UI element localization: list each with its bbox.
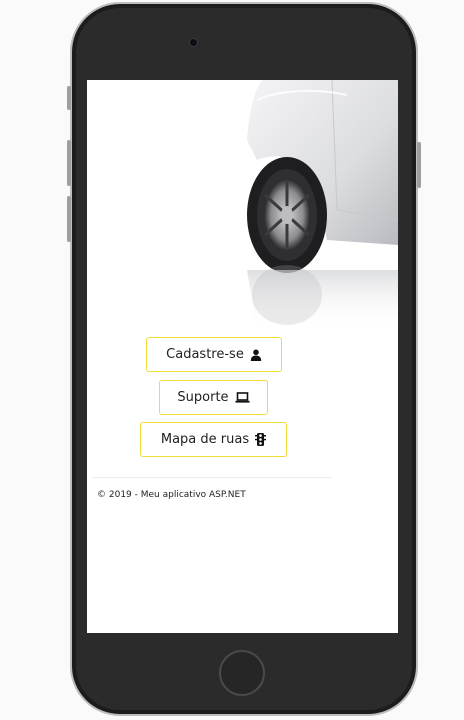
support-button-label: Suporte bbox=[177, 390, 229, 405]
street-map-button-label: Mapa de ruas bbox=[160, 432, 250, 447]
phone-volume-up-button bbox=[67, 140, 71, 186]
street-map-button[interactable]: Mapa de ruas bbox=[140, 422, 287, 457]
laptop-icon bbox=[235, 392, 250, 403]
car-hero-image bbox=[247, 80, 398, 330]
traffic-light-icon bbox=[255, 433, 267, 446]
footer-divider bbox=[92, 477, 332, 478]
phone-volume-down-button bbox=[67, 196, 71, 242]
home-button[interactable] bbox=[219, 650, 265, 696]
front-camera bbox=[189, 38, 198, 47]
register-button-label: Cadastre-se bbox=[166, 347, 244, 362]
support-button[interactable]: Suporte bbox=[159, 380, 268, 415]
user-icon bbox=[250, 349, 262, 361]
phone-power-button bbox=[417, 142, 421, 188]
phone-mute-switch bbox=[67, 86, 71, 110]
register-button[interactable]: Cadastre-se bbox=[146, 337, 282, 372]
footer-copyright: © 2019 - Meu aplicativo ASP.NET bbox=[97, 490, 246, 500]
phone-screen: Cadastre-se Suporte Mapa de ruas © 2019 … bbox=[87, 80, 398, 633]
